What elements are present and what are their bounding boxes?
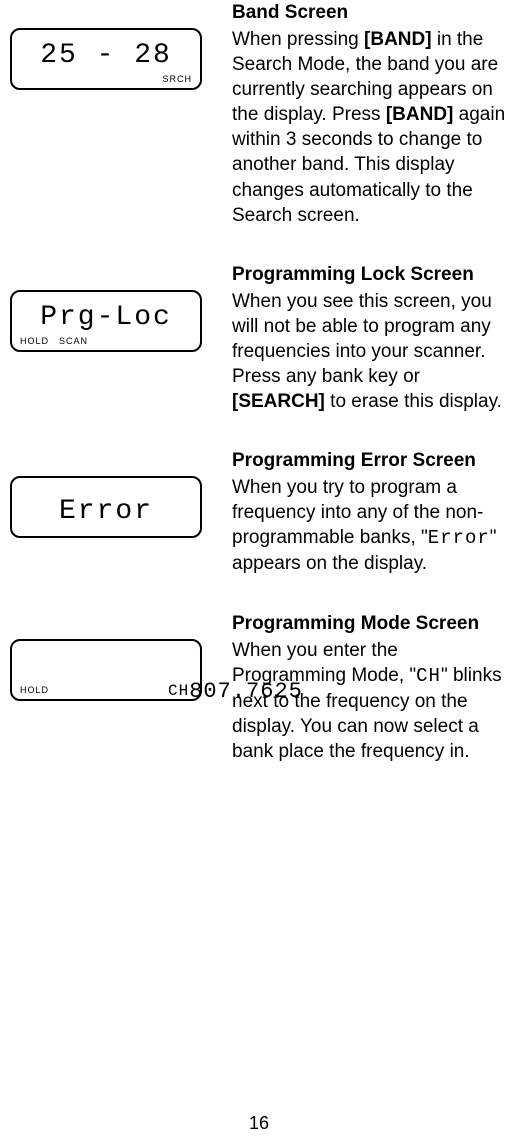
lcd-right-indicator: SRCH xyxy=(162,74,192,84)
lcd-main-value: 807.7625 xyxy=(189,679,303,704)
text-column: Programming Error Screen When you try to… xyxy=(220,448,506,576)
lcd-display-progmode: CH807.7625 HOLD xyxy=(10,639,202,701)
text-column: Programming Lock Screen When you see thi… xyxy=(220,262,506,414)
lcd-indicator-hold: HOLD xyxy=(20,336,49,346)
section-title: Programming Lock Screen xyxy=(232,262,506,287)
lcd-left-indicators: HOLD xyxy=(20,685,49,695)
lcd-indicator-scan: SCAN xyxy=(59,336,88,346)
body-text-part: When you see this screen, you will not b… xyxy=(232,291,492,387)
body-text-part: CH xyxy=(416,665,441,687)
lcd-display-error: Error xyxy=(10,476,202,538)
lcd-indicators: SRCH xyxy=(20,74,192,84)
lcd-column: CH807.7625 HOLD xyxy=(10,611,220,701)
section-prog-lock: Prg-Loc HOLD SCAN Programming Lock Scree… xyxy=(10,262,506,414)
body-text-part: to erase this display. xyxy=(325,391,502,412)
lcd-main-text: Error xyxy=(22,484,190,526)
body-text-part: [SEARCH] xyxy=(232,391,325,412)
lcd-indicators: HOLD SCAN xyxy=(20,336,192,346)
section-prog-error: Error Programming Error Screen When you … xyxy=(10,448,506,576)
section-title: Programming Mode Screen xyxy=(232,611,506,636)
page-content: 25 - 28 SRCH Band Screen When pressing [… xyxy=(0,0,518,764)
lcd-display-band: 25 - 28 SRCH xyxy=(10,28,202,90)
section-prog-mode: CH807.7625 HOLD Programming Mode Screen … xyxy=(10,611,506,764)
section-title: Programming Error Screen xyxy=(232,448,506,473)
lcd-left-indicators: HOLD SCAN xyxy=(20,336,88,346)
page-number: 16 xyxy=(0,1113,518,1134)
body-text-part: [BAND] xyxy=(364,29,432,50)
lcd-column: 25 - 28 SRCH xyxy=(10,0,220,90)
lcd-indicator-hold: HOLD xyxy=(20,685,49,695)
body-text-part: Error xyxy=(428,527,490,549)
section-body-0: When pressing [BAND] in the Search Mode,… xyxy=(232,27,506,228)
section-title: Band Screen xyxy=(232,0,506,25)
section-band-screen: 25 - 28 SRCH Band Screen When pressing [… xyxy=(10,0,506,228)
lcd-display-proglock: Prg-Loc HOLD SCAN xyxy=(10,290,202,352)
lcd-indicators: HOLD xyxy=(20,685,192,695)
body-text-part: [BAND] xyxy=(386,104,454,125)
lcd-column: Error xyxy=(10,448,220,538)
body-text-part: When pressing xyxy=(232,29,364,50)
lcd-main-text: 25 - 28 xyxy=(22,36,190,70)
section-body-2: When you try to program a frequency into… xyxy=(232,475,506,576)
lcd-column: Prg-Loc HOLD SCAN xyxy=(10,262,220,352)
lcd-main-text: Prg-Loc xyxy=(22,298,190,332)
section-body-1: When you see this screen, you will not b… xyxy=(232,289,506,414)
text-column: Band Screen When pressing [BAND] in the … xyxy=(220,0,506,228)
